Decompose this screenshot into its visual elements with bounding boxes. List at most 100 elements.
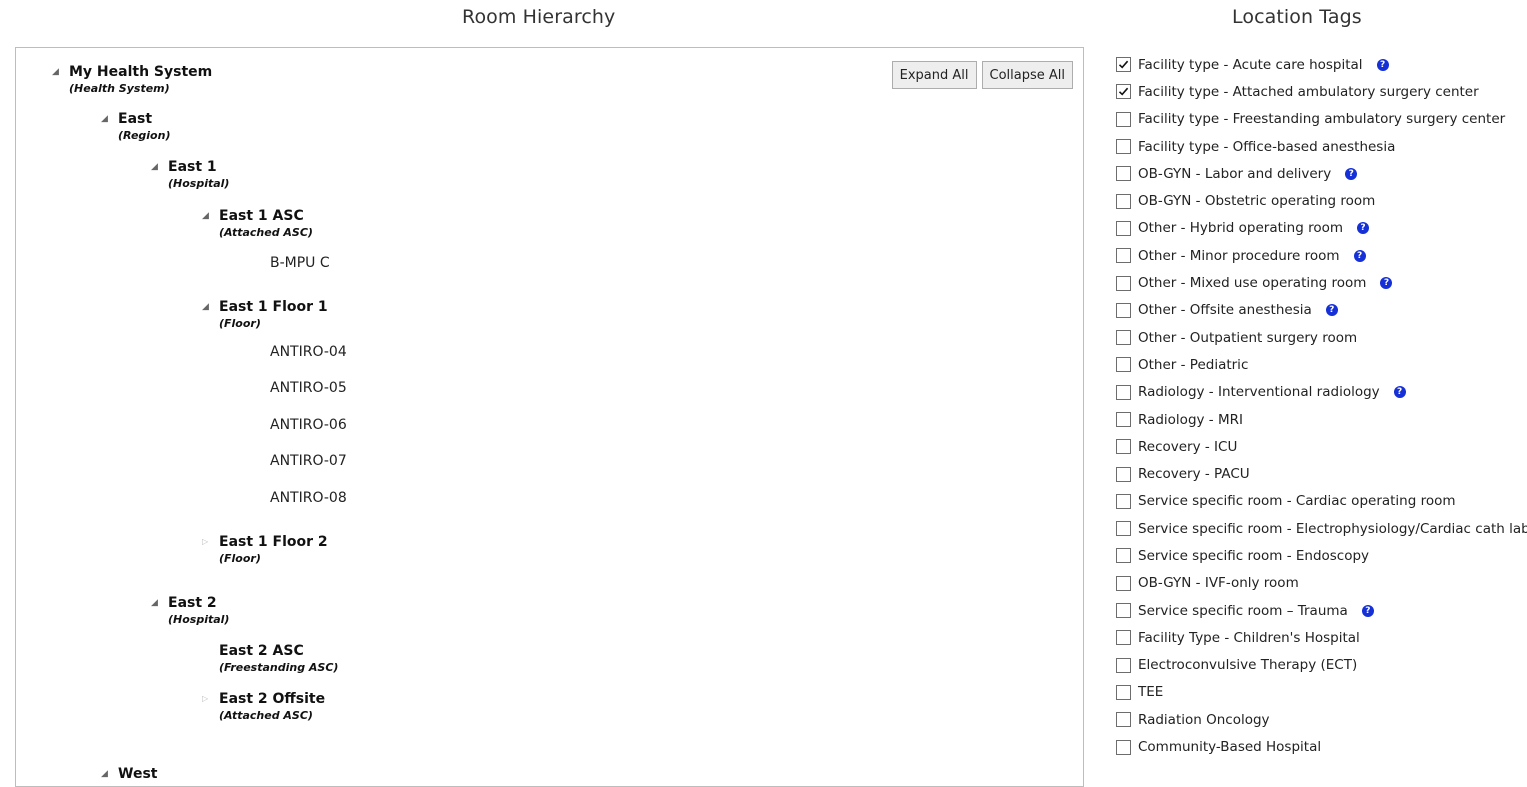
location-tag-label[interactable]: Other - Pediatric [1138, 357, 1248, 373]
expanded-triangle-icon[interactable]: ◢ [52, 66, 64, 78]
location-tag-label[interactable]: OB-GYN - Obstetric operating room [1138, 193, 1375, 209]
tree-node-east-2[interactable]: ◢ East 2 (Hospital) [151, 594, 229, 628]
checkbox[interactable] [1116, 466, 1131, 482]
location-tag-label[interactable]: OB-GYN - IVF-only room [1138, 575, 1299, 591]
location-tag-row[interactable]: Service specific room - Cardiac operatin… [1116, 488, 1527, 515]
expanded-triangle-icon[interactable]: ◢ [151, 597, 163, 609]
checkbox[interactable] [1116, 193, 1131, 209]
checkbox[interactable] [1116, 139, 1131, 155]
checkbox[interactable] [1116, 630, 1131, 646]
location-tag-row[interactable]: Recovery - PACU [1116, 460, 1527, 487]
checkbox[interactable] [1116, 248, 1131, 264]
location-tag-row[interactable]: OB-GYN - Obstetric operating room [1116, 187, 1527, 214]
help-icon[interactable]: ? [1357, 222, 1369, 235]
checkbox[interactable] [1116, 357, 1131, 373]
checkbox[interactable] [1116, 739, 1131, 755]
room-item[interactable]: ANTIRO-08 [270, 489, 347, 507]
node-name[interactable]: East 1 ASC [219, 207, 313, 225]
checkbox[interactable] [1116, 302, 1131, 318]
help-icon[interactable]: ? [1393, 386, 1406, 399]
checkbox[interactable] [1116, 275, 1131, 291]
location-tag-label[interactable]: Facility type - Office-based anesthesia [1138, 139, 1395, 155]
location-tag-label[interactable]: TEE [1138, 684, 1163, 700]
location-tag-label[interactable]: Other - Mixed use operating room [1138, 275, 1366, 291]
location-tag-label[interactable]: Radiation Oncology [1138, 712, 1270, 728]
checkbox[interactable] [1116, 493, 1131, 509]
location-tag-row[interactable]: Other - Mixed use operating room? [1116, 269, 1527, 296]
checked-checkbox[interactable] [1116, 84, 1131, 100]
location-tag-row[interactable]: Radiology - MRI [1116, 406, 1527, 433]
node-name[interactable]: East [118, 110, 170, 128]
checkbox[interactable] [1116, 521, 1131, 537]
checkbox[interactable] [1116, 439, 1131, 455]
room-item[interactable]: ANTIRO-05 [270, 379, 347, 397]
location-tag-row[interactable]: Facility type - Acute care hospital? [1116, 51, 1527, 78]
help-icon[interactable]: ? [1376, 58, 1389, 71]
help-icon[interactable]: ? [1353, 249, 1366, 262]
location-tag-label[interactable]: Radiology - Interventional radiology [1138, 384, 1380, 400]
help-icon[interactable]: ? [1361, 604, 1374, 617]
node-name[interactable]: My Health System [69, 63, 212, 81]
expanded-triangle-icon[interactable]: ◢ [202, 210, 214, 222]
node-name[interactable]: East 2 ASC [219, 642, 338, 660]
location-tag-label[interactable]: Recovery - ICU [1138, 439, 1237, 455]
help-icon[interactable]: ? [1345, 167, 1358, 180]
node-name[interactable]: East 1 Floor 2 [219, 533, 328, 551]
expanded-triangle-icon[interactable]: ◢ [101, 768, 113, 780]
checked-checkbox[interactable] [1116, 57, 1131, 73]
location-tag-row[interactable]: Facility type - Attached ambulatory surg… [1116, 78, 1527, 105]
location-tag-label[interactable]: Other - Outpatient surgery room [1138, 330, 1357, 346]
location-tag-label[interactable]: Community-Based Hospital [1138, 739, 1321, 755]
tree-node-east-2-asc[interactable]: East 2 ASC (Freestanding ASC) [219, 642, 338, 676]
collapsed-triangle-icon[interactable]: ▷ [202, 536, 214, 548]
location-tag-row[interactable]: Service specific room – Trauma? [1116, 597, 1527, 624]
location-tag-row[interactable]: Other - Hybrid operating room? [1116, 215, 1527, 242]
tree-node-west[interactable]: ◢ West [101, 765, 157, 783]
location-tag-row[interactable]: OB-GYN - IVF-only room [1116, 570, 1527, 597]
location-tag-label[interactable]: Service specific room - Cardiac operatin… [1138, 493, 1456, 509]
checkbox[interactable] [1116, 220, 1131, 236]
room-item[interactable]: B-MPU C [270, 254, 330, 272]
expanded-triangle-icon[interactable]: ◢ [151, 161, 163, 173]
checkbox[interactable] [1116, 684, 1131, 700]
checkbox[interactable] [1116, 712, 1131, 728]
checkbox[interactable] [1116, 166, 1131, 182]
location-tag-label[interactable]: Facility type - Attached ambulatory surg… [1138, 84, 1479, 100]
location-tag-row[interactable]: Other - Outpatient surgery room [1116, 324, 1527, 351]
location-tag-label[interactable]: Electroconvulsive Therapy (ECT) [1138, 657, 1357, 673]
collapse-all-button[interactable]: Collapse All [981, 61, 1073, 89]
help-icon[interactable]: ? [1325, 304, 1338, 317]
location-tag-label[interactable]: OB-GYN - Labor and delivery [1138, 166, 1331, 182]
location-tag-row[interactable]: Community-Based Hospital [1116, 733, 1527, 760]
location-tag-row[interactable]: Facility type - Freestanding ambulatory … [1116, 106, 1527, 133]
location-tag-label[interactable]: Service specific room – Trauma [1138, 603, 1348, 619]
checkbox[interactable] [1116, 657, 1131, 673]
location-tag-row[interactable]: Radiation Oncology [1116, 706, 1527, 733]
location-tag-label[interactable]: Service specific room - Electrophysiolog… [1138, 521, 1527, 537]
location-tag-row[interactable]: Service specific room - Electrophysiolog… [1116, 515, 1527, 542]
location-tag-label[interactable]: Facility Type - Children's Hospital [1138, 630, 1360, 646]
node-name[interactable]: East 1 [168, 158, 229, 176]
node-name[interactable]: East 2 Offsite [219, 690, 325, 708]
tree-node-east-1-floor-1[interactable]: ◢ East 1 Floor 1 (Floor) [202, 298, 328, 332]
collapsed-triangle-icon[interactable]: ▷ [202, 693, 214, 705]
tree-node-east-1-asc[interactable]: ◢ East 1 ASC (Attached ASC) [202, 207, 313, 241]
room-item[interactable]: ANTIRO-07 [270, 452, 347, 470]
room-item[interactable]: ANTIRO-04 [270, 343, 347, 361]
location-tag-label[interactable]: Radiology - MRI [1138, 412, 1243, 428]
location-tag-row[interactable]: Other - Minor procedure room? [1116, 242, 1527, 269]
tree-node-east-1-floor-2[interactable]: ▷ East 1 Floor 2 (Floor) [202, 533, 328, 567]
location-tag-row[interactable]: Facility Type - Children's Hospital [1116, 624, 1527, 651]
checkbox[interactable] [1116, 412, 1131, 427]
location-tag-label[interactable]: Other - Minor procedure room [1138, 248, 1340, 264]
location-tag-row[interactable]: Other - Pediatric [1116, 351, 1527, 378]
node-name[interactable]: West [118, 765, 157, 783]
help-icon[interactable]: ? [1380, 277, 1393, 290]
location-tag-label[interactable]: Facility type - Freestanding ambulatory … [1138, 111, 1505, 127]
checkbox[interactable] [1116, 330, 1131, 346]
room-item[interactable]: ANTIRO-06 [270, 416, 347, 434]
expand-all-button[interactable]: Expand All [891, 61, 977, 89]
location-tag-label[interactable]: Facility type - Acute care hospital [1138, 57, 1363, 73]
location-tag-row[interactable]: TEE [1116, 679, 1527, 706]
location-tag-row[interactable]: Facility type - Office-based anesthesia [1116, 133, 1527, 160]
